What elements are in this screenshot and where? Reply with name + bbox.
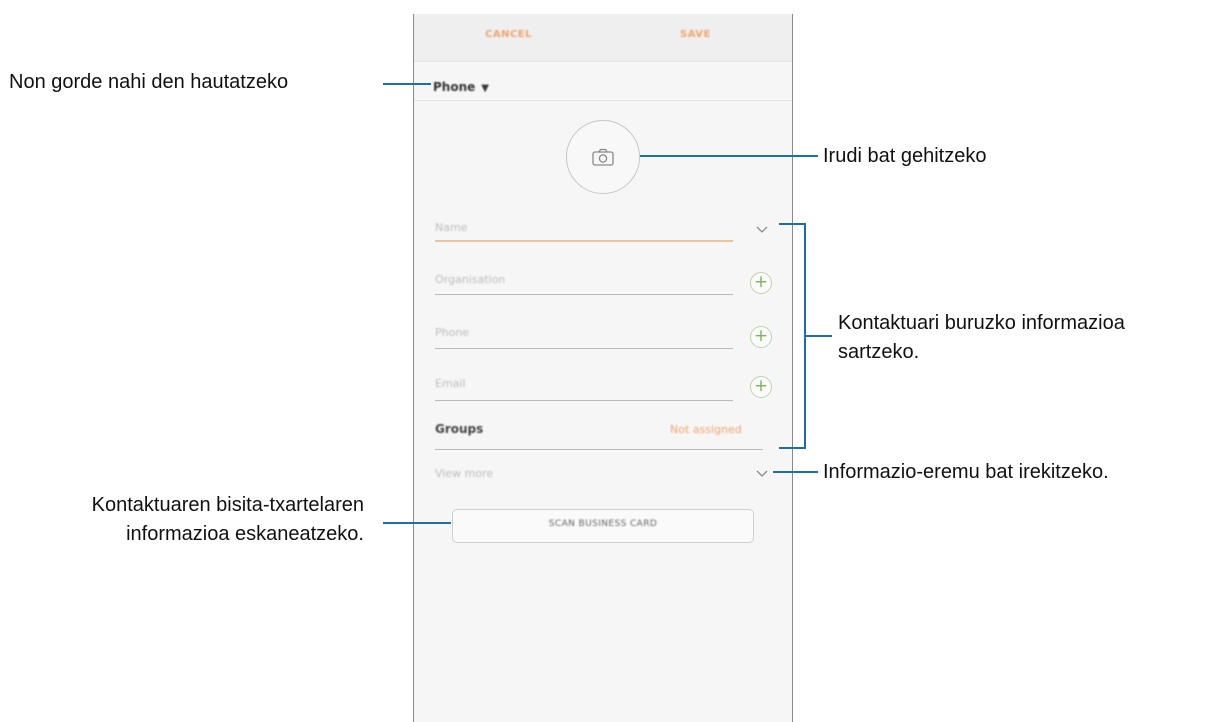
callout-scan-line2: informazioa eskaneatzeko.: [126, 523, 364, 545]
add-organisation-icon[interactable]: +: [750, 272, 772, 294]
leader-line-info-field: [773, 471, 818, 473]
callout-contact-info-line1: Kontaktuari buruzko informazioa: [838, 312, 1125, 334]
callout-storage: Non gorde nahi den hautatzeko: [9, 71, 289, 93]
organisation-field[interactable]: Organisation: [435, 273, 505, 286]
save-button[interactable]: SAVE: [680, 29, 711, 40]
phone-field-underline: [435, 348, 733, 349]
leader-line-storage: [383, 83, 431, 85]
cancel-button[interactable]: CANCEL: [485, 29, 532, 40]
storage-location-label: Phone: [433, 80, 476, 94]
view-more-chevron-icon[interactable]: [756, 470, 768, 478]
callout-contact-info-line2: sartzeko.: [838, 341, 920, 363]
callout-image: Irudi bat gehitzeko: [823, 145, 987, 167]
email-field-underline: [435, 400, 733, 401]
name-field[interactable]: Name: [435, 221, 467, 234]
storage-location-selector[interactable]: Phone ▼: [433, 80, 489, 94]
groups-value[interactable]: Not assigned: [670, 423, 742, 436]
organisation-field-underline: [435, 294, 733, 295]
leader-line-contact-info: [806, 335, 832, 337]
name-field-underline: [435, 240, 733, 242]
camera-icon: [592, 148, 614, 166]
callout-info-field: Informazio-eremu bat irekitzeko.: [823, 461, 1109, 483]
phone-screen: CANCEL SAVE Phone ▼ Name Organisation + P…: [413, 14, 793, 722]
callout-contact-info: Kontaktuari buruzko informazioa sartzeko…: [838, 309, 1125, 367]
scan-business-card-button[interactable]: SCAN BUSINESS CARD: [452, 509, 754, 543]
groups-label: Groups: [435, 422, 484, 436]
phone-field[interactable]: Phone: [435, 326, 469, 339]
action-bar: CANCEL SAVE: [414, 14, 792, 62]
email-field[interactable]: Email: [435, 377, 466, 390]
add-email-icon[interactable]: +: [750, 376, 772, 398]
dropdown-arrow-icon: ▼: [481, 83, 489, 94]
bracket-bottom: [779, 447, 806, 449]
scan-business-card-label: SCAN BUSINESS CARD: [548, 519, 658, 529]
leader-line-scan: [383, 522, 451, 524]
divider: [414, 100, 792, 101]
add-phone-icon[interactable]: +: [750, 326, 772, 348]
bracket-top: [779, 223, 806, 225]
leader-line-image: [640, 155, 818, 157]
callout-scan-line1: Kontaktuaren bisita-txartelaren: [91, 494, 364, 516]
callout-scan: Kontaktuaren bisita-txartelaren informaz…: [14, 491, 364, 549]
name-expand-chevron-icon[interactable]: [756, 226, 768, 234]
view-more-link[interactable]: View more: [435, 467, 493, 480]
groups-underline: [435, 449, 763, 450]
add-photo-button[interactable]: [566, 120, 640, 194]
